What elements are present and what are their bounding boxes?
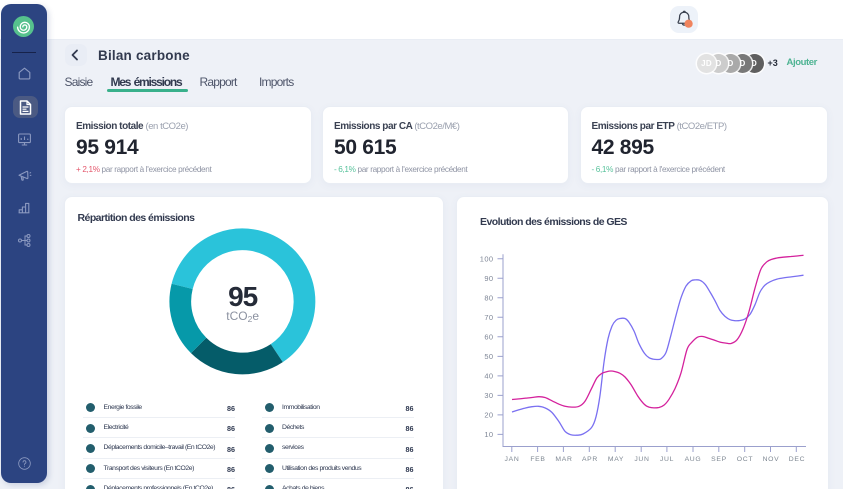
svg-text:APR: APR — [582, 456, 598, 463]
svg-text:80: 80 — [484, 293, 493, 302]
svg-text:40: 40 — [484, 371, 493, 380]
svg-text:60: 60 — [484, 332, 493, 341]
svg-text:DEC: DEC — [789, 456, 805, 463]
svg-text:30: 30 — [484, 391, 493, 400]
svg-text:90: 90 — [484, 274, 493, 283]
svg-text:MAY: MAY — [608, 456, 624, 463]
svg-text:AUG: AUG — [685, 456, 702, 463]
svg-text:JUL: JUL — [660, 456, 674, 463]
svg-text:20: 20 — [484, 410, 493, 419]
svg-text:JAN: JAN — [505, 456, 520, 463]
svg-text:NOV: NOV — [763, 456, 780, 463]
svg-text:OCT: OCT — [737, 456, 753, 463]
svg-text:100: 100 — [480, 254, 494, 263]
svg-text:10: 10 — [484, 430, 493, 439]
svg-text:MAR: MAR — [555, 456, 572, 463]
svg-text:50: 50 — [484, 352, 493, 361]
svg-text:JUN: JUN — [634, 456, 649, 463]
svg-text:SEP: SEP — [711, 456, 727, 463]
svg-text:FEB: FEB — [530, 456, 545, 463]
svg-text:70: 70 — [484, 313, 493, 322]
